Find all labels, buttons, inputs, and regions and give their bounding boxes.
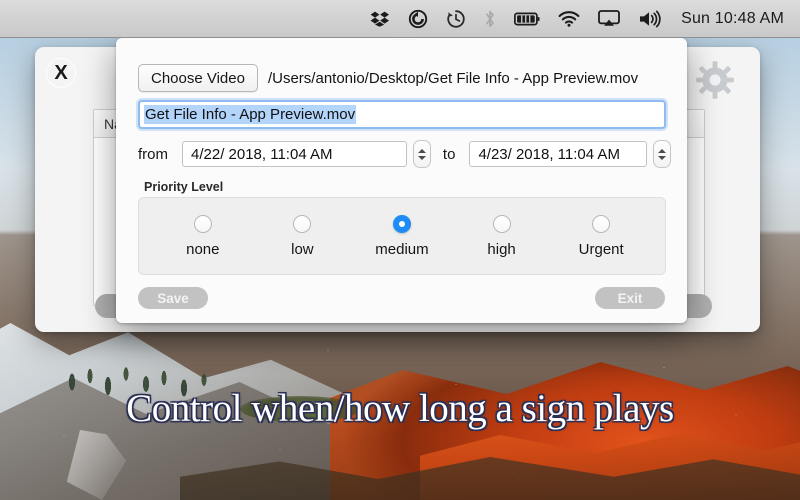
sign-name-value: Get File Info - App Preview.mov <box>144 105 357 124</box>
priority-label-medium: medium <box>375 240 429 258</box>
radio-icon[interactable] <box>293 214 312 233</box>
airplay-icon[interactable] <box>589 0 629 38</box>
priority-option-high[interactable]: high <box>459 214 545 258</box>
screen: Sun 10:48 AM X Choose Video /Users/anton… <box>0 0 800 500</box>
to-date-field[interactable]: 4/23/ 2018, 11:04 AM <box>469 141 648 167</box>
priority-options: none low medium high Urgent <box>138 197 666 275</box>
priority-option-medium[interactable]: medium <box>359 214 445 258</box>
backup-restore-icon[interactable] <box>399 0 437 38</box>
save-button[interactable]: Save <box>138 287 208 309</box>
priority-label-high: high <box>487 240 516 258</box>
stepper-down-icon[interactable] <box>658 155 667 160</box>
window-close-button[interactable]: X <box>46 58 76 88</box>
priority-label-low: low <box>291 240 314 258</box>
bluetooth-icon[interactable] <box>475 0 505 38</box>
stepper-up-icon[interactable] <box>418 148 427 153</box>
to-label: to <box>442 145 456 163</box>
gear-icon[interactable] <box>694 59 736 101</box>
schedule-row: from 4/22/ 2018, 11:04 AM to 4/23/ 2018,… <box>138 140 671 168</box>
radio-icon[interactable] <box>193 214 212 233</box>
sign-settings-dialog: Choose Video /Users/antonio/Desktop/Get … <box>116 38 687 323</box>
video-file-path: /Users/antonio/Desktop/Get File Info - A… <box>267 69 639 87</box>
wifi-icon[interactable] <box>549 0 589 38</box>
battery-icon[interactable] <box>505 0 549 38</box>
from-label: from <box>138 145 168 163</box>
menu-bar: Sun 10:48 AM <box>0 0 800 38</box>
to-date-stepper[interactable] <box>653 140 671 168</box>
radio-selected-icon[interactable] <box>392 214 411 233</box>
priority-option-none[interactable]: none <box>160 214 246 258</box>
promo-caption: Control when/how long a sign plays <box>126 387 674 430</box>
dropbox-icon[interactable] <box>361 0 399 38</box>
from-date-stepper[interactable] <box>413 140 431 168</box>
priority-option-urgent[interactable]: Urgent <box>558 214 644 258</box>
choose-video-row: Choose Video /Users/antonio/Desktop/Get … <box>138 64 673 92</box>
time-machine-icon[interactable] <box>437 0 475 38</box>
priority-level-group: Priority Level none low medium high Urge… <box>138 180 666 275</box>
priority-level-title: Priority Level <box>144 180 224 194</box>
radio-icon[interactable] <box>592 214 611 233</box>
menu-bar-clock[interactable]: Sun 10:48 AM <box>671 0 788 38</box>
volume-icon[interactable] <box>629 0 671 38</box>
radio-icon[interactable] <box>492 214 511 233</box>
stepper-up-icon[interactable] <box>658 148 667 153</box>
from-date-field[interactable]: 4/22/ 2018, 11:04 AM <box>182 141 408 167</box>
stepper-down-icon[interactable] <box>418 155 427 160</box>
exit-button[interactable]: Exit <box>595 287 665 309</box>
choose-video-button[interactable]: Choose Video <box>138 64 258 92</box>
sign-name-input[interactable]: Get File Info - App Preview.mov <box>138 100 666 129</box>
priority-label-urgent: Urgent <box>578 240 624 258</box>
priority-label-none: none <box>186 240 220 258</box>
priority-option-low[interactable]: low <box>259 214 345 258</box>
